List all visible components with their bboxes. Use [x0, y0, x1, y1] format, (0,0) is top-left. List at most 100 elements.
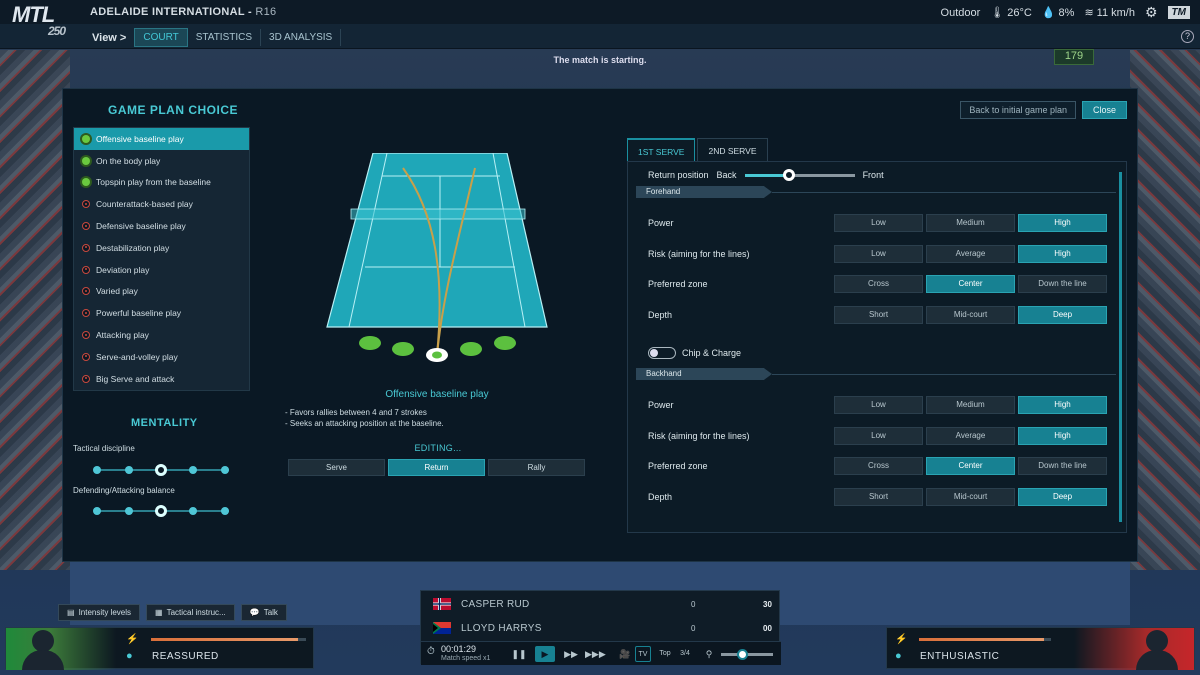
plan-item[interactable]: Counterattack-based play: [74, 193, 249, 215]
option-row: Preferred zone Cross Center Down the line: [648, 457, 1108, 475]
option-button[interactable]: High: [1018, 426, 1107, 445]
option-button[interactable]: Medium: [926, 214, 1015, 232]
option-button[interactable]: Center: [926, 457, 1015, 475]
tactical-discipline-label: Tactical discipline: [73, 444, 135, 453]
option-button[interactable]: Medium: [926, 396, 1015, 414]
plan-item-label: Serve-and-volley play: [96, 351, 178, 362]
option-button[interactable]: Mid-court: [926, 305, 1015, 324]
plan-item-label: Destabilization play: [96, 242, 170, 253]
plan-item[interactable]: Offensive baseline play: [74, 128, 249, 150]
plan-item[interactable]: Deviation play: [74, 259, 249, 281]
tab-1st-serve[interactable]: 1ST SERVE: [627, 138, 696, 162]
editing-label: EDITING...: [414, 443, 462, 453]
view-top-button[interactable]: Top: [655, 646, 675, 662]
option-button[interactable]: Down the line: [1018, 275, 1107, 293]
fast-forward-icon[interactable]: ▶▶: [561, 646, 581, 662]
balance-label: Defending/Attacking balance: [73, 486, 175, 495]
option-button[interactable]: High: [1018, 396, 1107, 414]
slider-step[interactable]: [221, 466, 229, 474]
tab-court[interactable]: COURT: [134, 28, 188, 47]
plan-item[interactable]: Serve-and-volley play: [74, 346, 249, 368]
option-button[interactable]: Low: [834, 396, 923, 414]
option-button[interactable]: Down the line: [1018, 457, 1107, 475]
option-button[interactable]: Deep: [1018, 305, 1107, 324]
pause-icon[interactable]: ❚❚: [509, 646, 529, 662]
clock-icon: ⏱: [427, 646, 435, 657]
camera-icon[interactable]: 🎥: [615, 646, 635, 662]
slider-step[interactable]: [125, 466, 133, 474]
balance-slider[interactable]: [93, 505, 233, 517]
edit-tab-rally[interactable]: Rally: [488, 459, 585, 476]
option-button[interactable]: High: [1018, 214, 1107, 232]
score-row: CASPER RUD 0 30: [421, 592, 781, 616]
tab-3d-analysis[interactable]: 3D ANALYSIS: [261, 29, 342, 46]
scrollbar[interactable]: [1119, 172, 1122, 522]
plan-item[interactable]: Powerful baseline play: [74, 302, 249, 324]
return-position: Return position Back Front: [648, 169, 884, 181]
view-tv-button[interactable]: TV: [635, 646, 651, 662]
slider-handle[interactable]: [155, 505, 167, 517]
option-button[interactable]: Short: [834, 305, 923, 324]
edit-tab-return[interactable]: Return: [388, 459, 485, 476]
plan-item[interactable]: Attacking play: [74, 324, 249, 346]
unavailable-icon: [82, 265, 90, 274]
scoreboard: CASPER RUD 0 30 LLOYD HARRYS 0 00 ⏱ 00:0…: [420, 590, 781, 665]
help-icon[interactable]: ?: [1181, 30, 1194, 43]
plan-item[interactable]: Varied play: [74, 281, 249, 303]
plan-item[interactable]: On the body play: [74, 150, 249, 172]
plan-item-label: Big Serve and attack: [96, 373, 175, 384]
tab-statistics[interactable]: STATISTICS: [188, 29, 262, 46]
option-button[interactable]: Mid-court: [926, 487, 1015, 506]
tab-2nd-serve[interactable]: 2ND SERVE: [697, 138, 768, 162]
divider: [772, 192, 1116, 193]
plan-item-label: Varied play: [96, 286, 138, 297]
plan-list: Offensive baseline play On the body play T…: [73, 127, 250, 391]
option-button[interactable]: Low: [834, 244, 923, 263]
slider-step[interactable]: [189, 466, 197, 474]
plan-item[interactable]: Topspin play from the baseline: [74, 172, 249, 194]
chip-charge-toggle[interactable]: Chip & Charge: [648, 347, 741, 359]
plan-item[interactable]: Destabilization play: [74, 237, 249, 259]
play-icon[interactable]: ▶: [535, 646, 555, 662]
zoom-icon[interactable]: ⚲: [699, 646, 719, 662]
plan-item[interactable]: Big Serve and attack: [74, 368, 249, 390]
option-button[interactable]: Cross: [834, 457, 923, 475]
tactical-discipline-slider[interactable]: [93, 464, 233, 476]
crowd-left: [0, 50, 70, 570]
faster-forward-icon[interactable]: ▶▶▶: [585, 646, 606, 662]
close-button[interactable]: Close: [1081, 101, 1127, 119]
option-button[interactable]: Short: [834, 487, 923, 506]
option-button[interactable]: Low: [834, 426, 923, 445]
tab-tactical-instructions[interactable]: ▦ Tactical instruc...: [146, 604, 235, 621]
slider-handle[interactable]: [155, 464, 167, 476]
plan-item-label: On the body play: [96, 155, 161, 166]
option-label: Risk (aiming for the lines): [648, 430, 750, 441]
weather-condition: Outdoor: [940, 6, 981, 19]
view-34-button[interactable]: 3/4: [675, 646, 695, 662]
tm-logo: TM: [1167, 6, 1190, 19]
zoom-slider[interactable]: [721, 649, 773, 660]
return-settings-panel: Return position Back Front Chip & Charge…: [627, 161, 1127, 533]
gear-icon[interactable]: ⚙: [1145, 4, 1158, 21]
player-silhouette: [20, 626, 66, 670]
tab-intensity-levels[interactable]: ▤ Intensity levels: [58, 604, 141, 621]
option-button[interactable]: Average: [926, 426, 1015, 445]
option-button[interactable]: Deep: [1018, 487, 1107, 506]
option-button[interactable]: High: [1018, 244, 1107, 263]
option-button[interactable]: Cross: [834, 275, 923, 293]
return-position-slider[interactable]: [744, 169, 855, 181]
option-button[interactable]: Low: [834, 214, 923, 232]
option-button[interactable]: Center: [926, 275, 1015, 293]
wind-icon: ≋: [1084, 7, 1094, 19]
back-to-initial-button[interactable]: Back to initial game plan: [960, 101, 1076, 119]
slider-step[interactable]: [189, 507, 197, 515]
option-button[interactable]: Average: [926, 244, 1015, 263]
plan-item[interactable]: Defensive baseline play: [74, 215, 249, 237]
slider-step[interactable]: [93, 466, 101, 474]
slider-step[interactable]: [93, 507, 101, 515]
slider-step[interactable]: [221, 507, 229, 515]
slider-step[interactable]: [125, 507, 133, 515]
tab-talk[interactable]: 💬 Talk: [240, 604, 287, 621]
player2-games: 0: [691, 623, 696, 633]
edit-tab-serve[interactable]: Serve: [288, 459, 385, 476]
